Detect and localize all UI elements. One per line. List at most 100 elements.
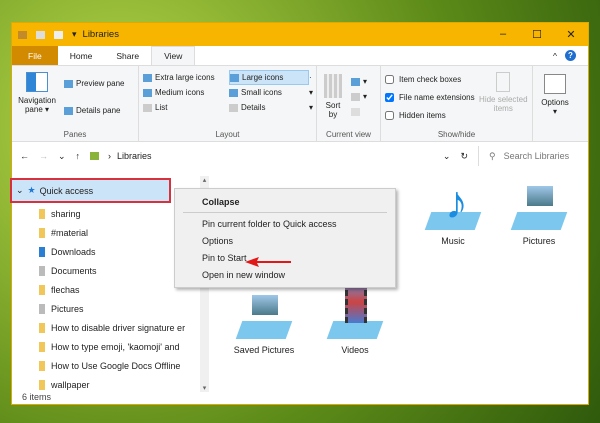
ribbon-tabs: File Home Share View ^?	[12, 46, 588, 66]
nav-item[interactable]: Pictures	[12, 299, 209, 318]
small-icons-option[interactable]: Small icons	[229, 85, 309, 100]
music-note-icon: ♪	[445, 176, 468, 228]
address-input[interactable]: › Libraries ⌄	[90, 151, 450, 162]
details-option[interactable]: Details	[229, 100, 309, 115]
file-name-extensions-toggle[interactable]: File name extensions	[385, 90, 475, 105]
layout-expand[interactable]: ▾	[309, 100, 317, 115]
title-bar: ▾ Libraries – ☐ ✕	[12, 23, 588, 46]
preview-pane-button[interactable]: Preview pane	[64, 76, 124, 91]
add-columns-icon	[351, 92, 360, 101]
properties-icon[interactable]	[36, 30, 45, 39]
sort-icon	[324, 74, 342, 98]
explorer-window: ▾ Libraries – ☐ ✕ File Home Share View ^…	[10, 22, 589, 405]
folder-icon	[18, 30, 27, 39]
status-item-count: 6 items	[22, 392, 52, 402]
group-by-button[interactable]: ▾	[351, 74, 367, 89]
minimize-button[interactable]: –	[486, 28, 520, 41]
folder-icon	[39, 360, 45, 371]
library-saved-pictures[interactable]: Saved Pictures	[224, 289, 304, 355]
back-icon[interactable]: ←	[20, 151, 29, 161]
hide-selected-icon	[496, 72, 511, 92]
hidden-items-toggle[interactable]: Hidden items	[385, 108, 475, 123]
folder-icon	[39, 341, 45, 352]
window-title: Libraries	[82, 29, 119, 40]
expand-chevron-icon[interactable]: ⌄	[16, 185, 24, 196]
star-icon: ★	[27, 185, 36, 195]
file-name-extensions-checkbox[interactable]	[385, 93, 394, 102]
extra-large-icons-icon	[143, 73, 152, 82]
options-button[interactable]: Options ▾	[533, 66, 577, 141]
details-pane-icon	[64, 106, 73, 115]
breadcrumb-libraries[interactable]: Libraries	[117, 151, 152, 161]
up-icon[interactable]: ↑	[76, 151, 81, 161]
address-bar-row: ← → ⌄ ↑ › Libraries ⌄ ↻ ⚲ Search Librarie…	[12, 143, 588, 169]
group-by-icon	[351, 77, 360, 86]
sort-by-button[interactable]: Sort by	[321, 70, 345, 127]
navigation-pane-button[interactable]: Navigation pane ▾	[16, 70, 58, 127]
large-icons-icon	[230, 73, 239, 82]
layout-scroll-down[interactable]: ▾	[309, 85, 317, 100]
list-icon	[143, 103, 152, 112]
folder-icon	[39, 303, 45, 314]
new-folder-icon[interactable]	[54, 30, 63, 39]
tab-file[interactable]: File	[12, 46, 58, 65]
tab-view[interactable]: View	[151, 46, 196, 65]
red-arrow-annotation	[245, 257, 291, 267]
size-columns-icon	[351, 107, 360, 116]
nav-item[interactable]: How to Use Google Docs Offline	[12, 356, 209, 375]
customize-dropdown-icon[interactable]: ▾	[72, 29, 77, 40]
search-input[interactable]: ⚲ Search Libraries	[478, 146, 588, 166]
folder-icon	[39, 379, 45, 390]
item-check-boxes-checkbox[interactable]	[385, 75, 394, 84]
tab-home[interactable]: Home	[58, 46, 105, 65]
folder-icon	[39, 227, 45, 238]
menu-item-collapse[interactable]: Collapse	[175, 193, 395, 210]
menu-item-pin-quick-access[interactable]: Pin current folder to Quick access	[175, 215, 395, 232]
menu-divider	[183, 212, 387, 213]
menu-item-open-new-window[interactable]: Open in new window	[175, 266, 395, 283]
address-dropdown-icon[interactable]: ⌄	[443, 151, 451, 162]
list-option[interactable]: List	[143, 100, 229, 115]
help-icon[interactable]: ?	[565, 50, 576, 61]
close-button[interactable]: ✕	[554, 28, 588, 41]
size-columns-button[interactable]	[351, 104, 367, 119]
menu-item-options[interactable]: Options	[175, 232, 395, 249]
layout-scroll-up[interactable]: ·	[309, 70, 317, 85]
item-check-boxes-toggle[interactable]: Item check boxes	[385, 72, 475, 87]
tab-share[interactable]: Share	[104, 46, 151, 65]
add-columns-button[interactable]: ▾	[351, 89, 367, 104]
recent-dropdown-icon[interactable]: ⌄	[58, 151, 66, 162]
nav-item-quick-access[interactable]: ⌄ ★ Quick access	[10, 178, 171, 203]
folder-icon	[39, 246, 45, 257]
options-icon	[544, 74, 566, 94]
hide-selected-items-button[interactable]: Hide selected items	[479, 70, 528, 127]
maximize-button[interactable]: ☐	[520, 28, 554, 41]
context-menu: Collapse Pin current folder to Quick acc…	[174, 188, 396, 288]
nav-item[interactable]: How to disable driver signature er	[12, 318, 209, 337]
folder-icon	[39, 322, 45, 333]
library-pictures[interactable]: Pictures	[499, 180, 579, 246]
extra-large-icons-option[interactable]: Extra large icons	[143, 70, 229, 85]
small-icons-icon	[229, 88, 238, 97]
library-videos[interactable]: Videos	[315, 281, 395, 355]
details-icon	[229, 103, 238, 112]
medium-icons-icon	[143, 88, 152, 97]
ribbon: Navigation pane ▾ Preview pane Details p…	[12, 66, 588, 142]
forward-icon[interactable]: →	[39, 151, 48, 161]
hidden-items-checkbox[interactable]	[385, 111, 394, 120]
folder-icon	[39, 284, 45, 295]
navigation-pane-icon	[26, 72, 48, 92]
saved-pictures-icon	[250, 293, 280, 317]
pictures-icon	[525, 184, 555, 208]
libraries-icon	[90, 152, 100, 160]
preview-pane-icon	[64, 79, 73, 88]
nav-item[interactable]: How to type emoji, 'kaomoji' and	[12, 337, 209, 356]
medium-icons-option[interactable]: Medium icons	[143, 85, 229, 100]
search-icon: ⚲	[489, 150, 496, 161]
collapse-ribbon-icon[interactable]: ^	[553, 51, 557, 61]
details-pane-button[interactable]: Details pane	[64, 103, 124, 118]
library-music[interactable]: ♪ Music	[413, 176, 493, 246]
folder-icon	[39, 208, 45, 219]
large-icons-option[interactable]: Large icons	[229, 70, 309, 85]
refresh-icon[interactable]: ↻	[460, 151, 468, 162]
